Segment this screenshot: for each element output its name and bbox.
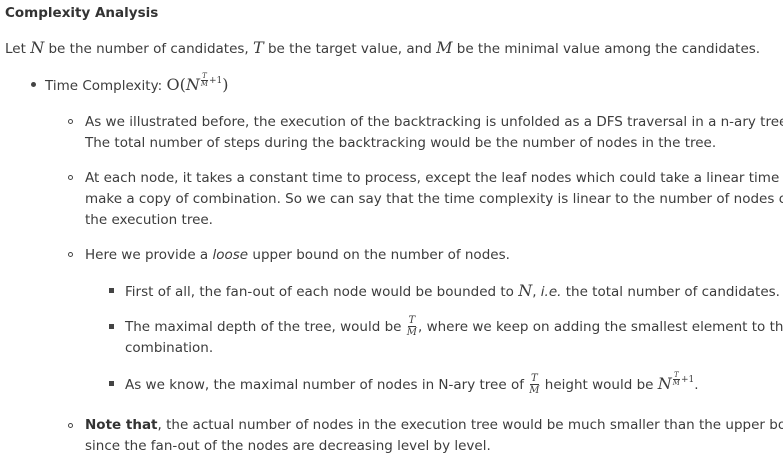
circle-bullet xyxy=(68,175,73,180)
math-T: T xyxy=(253,38,264,57)
square-bullet xyxy=(109,381,114,386)
time-complexity-label: Time Complexity: xyxy=(45,78,167,94)
intro-text-1: be the number of candidates, xyxy=(44,41,254,57)
time-complexity-item: Time Complexity: O(N T M +1) xyxy=(45,73,229,99)
square-bullet xyxy=(109,324,114,329)
paragraph-2-line-3: the execution tree. xyxy=(85,212,213,228)
fraction-denominator: M xyxy=(200,80,208,88)
fraction-numerator: T xyxy=(530,373,539,385)
math-fraction: TM xyxy=(201,73,208,88)
exponent-plus-one: +1 xyxy=(208,76,223,86)
math-fraction: TM xyxy=(529,373,540,397)
sub-item-1-text-end: the total number of candidates. xyxy=(561,284,780,300)
paragraph-4-line-2: since the fan-out of the nodes are decre… xyxy=(85,438,491,454)
math-exponent: T M +1 xyxy=(200,73,223,88)
math-M: M xyxy=(436,38,453,57)
sub-item-3: As we know, the maximal number of nodes … xyxy=(125,372,699,398)
section-heading: Complexity Analysis xyxy=(5,5,159,21)
sub-item-2-text-end: , where we keep on adding the smallest e… xyxy=(418,319,783,335)
paragraph-4-line-1: Note that, the actual number of nodes in… xyxy=(85,415,783,436)
paragraph-4-text: , the actual number of nodes in the exec… xyxy=(157,417,783,433)
circle-bullet xyxy=(68,119,73,124)
sub-item-3-text: As we know, the maximal number of nodes … xyxy=(125,377,529,393)
square-bullet xyxy=(109,288,114,293)
disc-bullet xyxy=(31,82,36,87)
fraction-numerator: T xyxy=(407,315,417,327)
fraction-denominator: M xyxy=(406,327,417,338)
sub-item-1: First of all, the fan-out of each node w… xyxy=(125,280,780,303)
math-N: N xyxy=(657,374,672,393)
sub-item-1-text: First of all, the fan-out of each node w… xyxy=(125,284,519,300)
sub-item-2-line-2: combination. xyxy=(125,340,214,356)
paragraph-2-line-2: make a copy of combination. So we can sa… xyxy=(85,191,783,207)
paragraph-1-line-1: As we illustrated before, the execution … xyxy=(85,114,783,130)
emphasis-loose: loose xyxy=(212,247,249,263)
intro-text-3: be the minimal value among the candidate… xyxy=(452,41,761,57)
fraction-denominator: M xyxy=(672,379,680,387)
math-N: N xyxy=(518,281,533,300)
paragraph-1-line-2: The total number of steps during the bac… xyxy=(85,135,717,151)
paragraph-3-text: Here we provide a xyxy=(85,247,213,263)
paragraph-2-line-1: At each node, it takes a constant time t… xyxy=(85,170,783,186)
math-fraction: TM xyxy=(673,372,680,387)
intro-text-let: Let xyxy=(5,41,31,57)
sub-item-2-text: The maximal depth of the tree, would be xyxy=(125,319,406,335)
math-N: N xyxy=(185,75,200,94)
paragraph-3-text-end: upper bound on the number of nodes. xyxy=(248,247,510,263)
period: . xyxy=(694,377,699,393)
math-fraction: TM xyxy=(406,315,417,339)
fraction-denominator: M xyxy=(529,385,540,396)
math-big-O: O xyxy=(166,75,180,94)
math-exponent: T M +1 xyxy=(672,372,695,387)
circle-bullet xyxy=(68,423,73,428)
paragraph-3: Here we provide a loose upper bound on t… xyxy=(85,245,510,266)
emphasis-ie: i.e. xyxy=(540,284,562,300)
comma: , xyxy=(532,284,541,300)
math-N: N xyxy=(30,38,45,57)
intro-text-2: be the target value, and xyxy=(263,41,437,57)
intro-paragraph: Let N be the number of candidates, T be … xyxy=(5,37,760,60)
circle-bullet xyxy=(68,252,73,257)
sub-item-2-line-1: The maximal depth of the tree, would be … xyxy=(125,315,783,339)
sub-item-3-text-mid: height would be xyxy=(540,377,658,393)
note-that-bold: Note that xyxy=(85,417,158,433)
exponent-plus-one: +1 xyxy=(680,375,695,385)
math-paren-close: ) xyxy=(222,75,229,94)
